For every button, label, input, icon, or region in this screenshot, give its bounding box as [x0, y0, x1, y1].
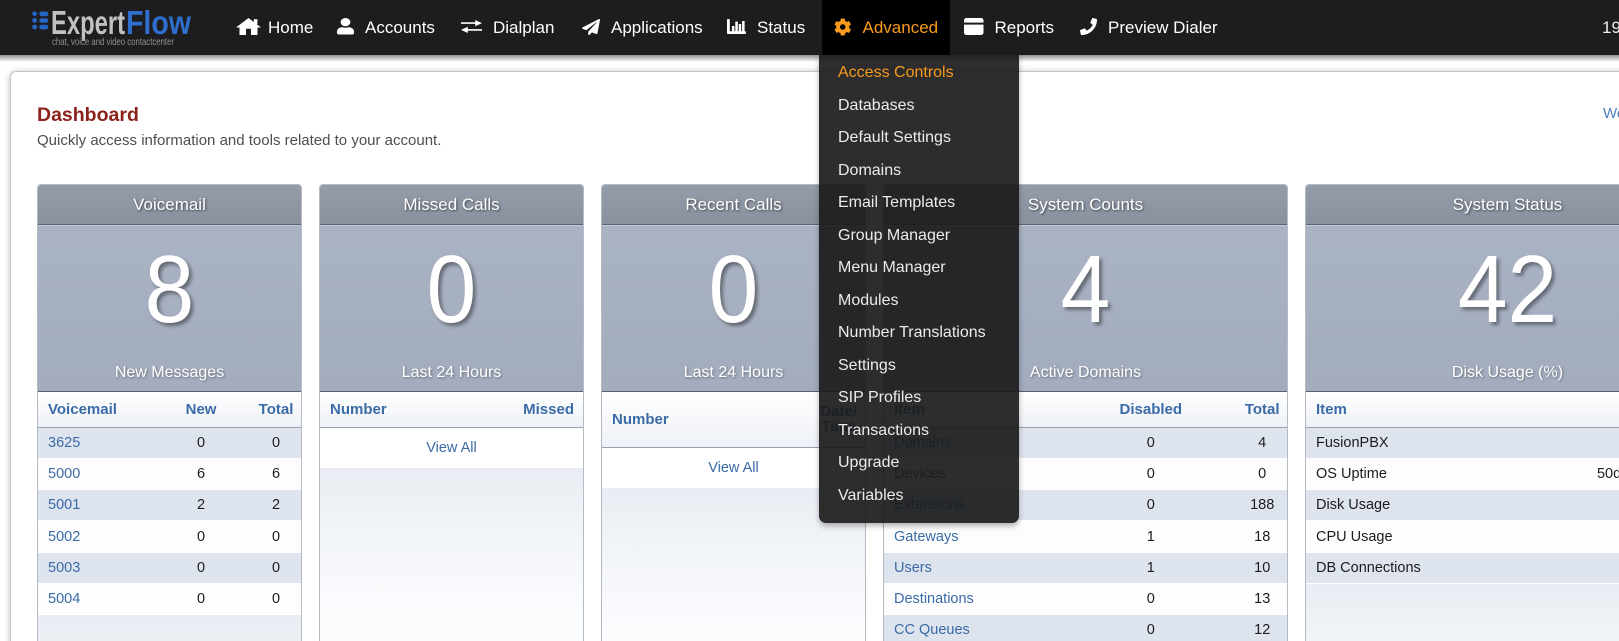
svg-text:chat, voice and video contactc: chat, voice and video contactcenter [52, 36, 174, 48]
